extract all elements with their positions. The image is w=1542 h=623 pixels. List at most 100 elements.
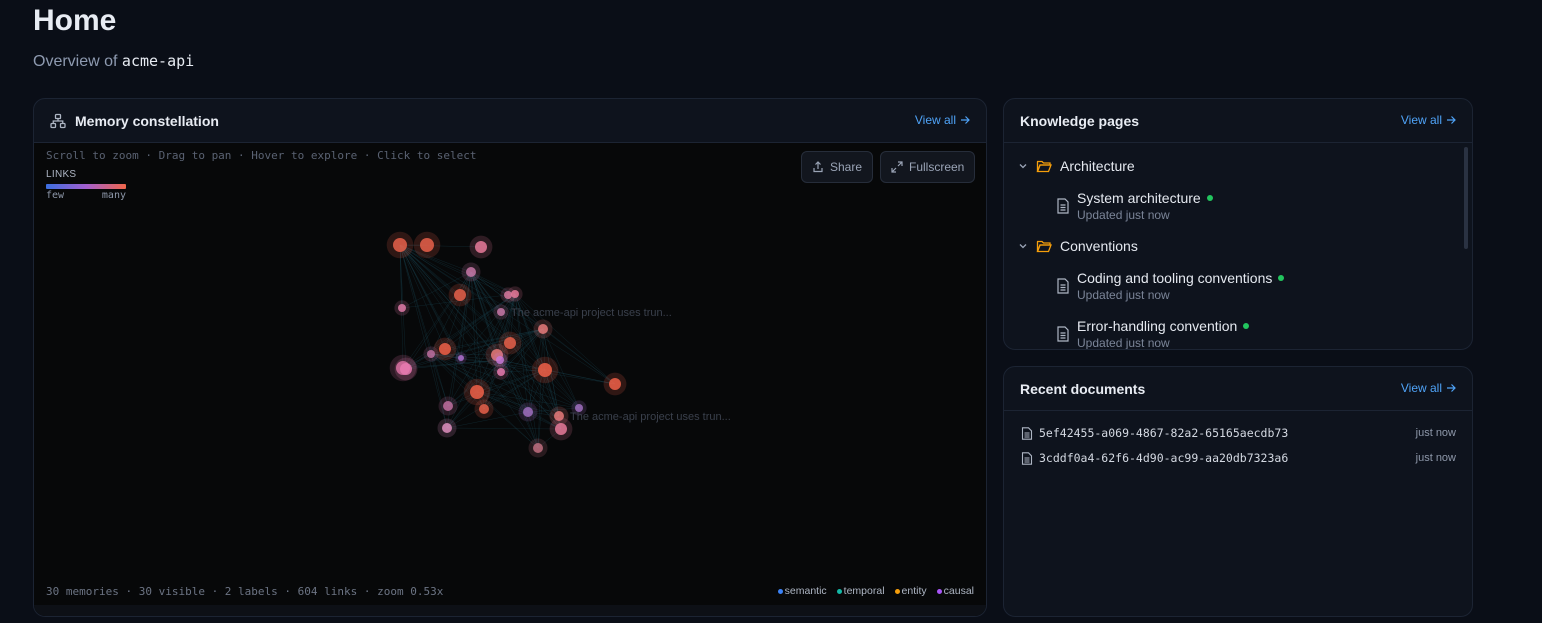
memory-node[interactable] bbox=[442, 423, 452, 433]
folder-conventions[interactable]: Conventions bbox=[1018, 238, 1138, 254]
share-button[interactable]: Share bbox=[801, 151, 874, 183]
arrow-right-icon bbox=[1447, 116, 1456, 124]
page-coding-conventions[interactable]: Coding and tooling conventions Updated j… bbox=[1056, 270, 1285, 302]
memory-node[interactable] bbox=[538, 324, 548, 334]
folder-architecture[interactable]: Architecture bbox=[1018, 158, 1135, 174]
graph-link bbox=[405, 359, 501, 370]
memory-node[interactable] bbox=[496, 356, 504, 364]
page-updated: Updated just now bbox=[1077, 288, 1170, 302]
view-all-label: View all bbox=[1400, 113, 1442, 127]
memory-node[interactable] bbox=[458, 355, 464, 361]
knowledge-header: Knowledge pages View all bbox=[1004, 99, 1472, 143]
memory-node[interactable] bbox=[538, 363, 552, 377]
semantic-dot bbox=[777, 588, 783, 594]
arrow-right-icon bbox=[961, 116, 970, 124]
graph-scrollbar[interactable] bbox=[34, 605, 986, 616]
document-icon bbox=[1021, 426, 1033, 440]
document-name: 5ef42455-a069-4867-82a2-65165aecdb73 bbox=[1039, 426, 1289, 440]
document-icon bbox=[1057, 326, 1069, 342]
constellation-graph[interactable]: The acme-api project uses trun... The acm… bbox=[34, 143, 986, 616]
memory-node[interactable] bbox=[420, 238, 434, 252]
memory-node[interactable] bbox=[609, 378, 621, 390]
legend-semantic: semantic bbox=[777, 585, 827, 597]
memory-node[interactable] bbox=[427, 350, 435, 358]
fullscreen-label: Fullscreen bbox=[909, 160, 965, 174]
recent-view-all-link[interactable]: View all bbox=[1401, 381, 1456, 395]
memory-node[interactable] bbox=[475, 241, 487, 253]
view-all-label: View all bbox=[1400, 381, 1442, 395]
legend-temporal: temporal bbox=[836, 585, 885, 597]
node-label: The acme-api project uses trun... bbox=[570, 411, 731, 423]
chevron-down-icon bbox=[1019, 244, 1027, 249]
memory-node[interactable] bbox=[466, 267, 476, 277]
memory-node[interactable] bbox=[497, 308, 505, 316]
document-time: just now bbox=[1415, 427, 1456, 439]
subtitle-prefix: Overview of bbox=[33, 53, 118, 70]
memory-node[interactable] bbox=[398, 304, 406, 312]
page-system-architecture[interactable]: System architecture Updated just now bbox=[1056, 190, 1213, 222]
page-title-text: Error-handling convention bbox=[1077, 318, 1238, 334]
memory-node[interactable] bbox=[497, 368, 505, 376]
legend-causal: causal bbox=[936, 585, 974, 597]
legend-entity: entity bbox=[894, 585, 927, 597]
knowledge-view-all-link[interactable]: View all bbox=[1401, 113, 1456, 127]
fullscreen-button[interactable]: Fullscreen bbox=[880, 151, 976, 183]
folder-architecture-label: Architecture bbox=[1060, 158, 1135, 174]
page-subtitle: Overview of acme-api bbox=[33, 52, 194, 71]
memory-node[interactable] bbox=[504, 337, 516, 349]
memory-node[interactable] bbox=[479, 404, 489, 414]
memory-node[interactable] bbox=[454, 289, 466, 301]
links-gradient bbox=[46, 184, 126, 189]
causal-dot bbox=[936, 588, 942, 594]
recent-document-row[interactable]: 3cddf0a4-62f6-4d90-ac99-aa20db7323a6 jus… bbox=[1021, 449, 1456, 467]
memory-node[interactable] bbox=[400, 363, 412, 375]
knowledge-scrollbar[interactable] bbox=[1464, 147, 1468, 249]
recent-documents-card: Recent documents View all 5ef42455-a069-… bbox=[1003, 366, 1473, 617]
memory-constellation-card: Memory constellation View all The acme-a… bbox=[33, 98, 987, 617]
graph-stats: 30 memories · 30 visible · 2 labels · 60… bbox=[46, 585, 444, 598]
folder-open-icon bbox=[1036, 240, 1052, 253]
memory-node[interactable] bbox=[511, 290, 519, 298]
knowledge-title: Knowledge pages bbox=[1020, 112, 1140, 129]
link-type-legend: semantic temporal entity causal bbox=[777, 585, 974, 597]
page-title: Home bbox=[33, 4, 117, 37]
memory-node[interactable] bbox=[533, 443, 543, 453]
memory-node[interactable] bbox=[393, 238, 407, 252]
temporal-dot bbox=[836, 588, 842, 594]
legend-temporal-label: temporal bbox=[843, 585, 885, 597]
page-error-handling[interactable]: Error-handling convention Updated just n… bbox=[1056, 318, 1250, 349]
memory-node[interactable] bbox=[443, 401, 453, 411]
memory-node[interactable] bbox=[523, 407, 533, 417]
page-updated: Updated just now bbox=[1077, 336, 1170, 349]
links-many-label: many bbox=[101, 190, 126, 201]
legend-semantic-label: semantic bbox=[784, 585, 827, 597]
node-label: The acme-api project uses trun... bbox=[511, 307, 672, 319]
status-dot bbox=[1206, 195, 1213, 201]
graph-canvas[interactable]: The acme-api project uses trun... The acm… bbox=[34, 143, 986, 605]
project-name: acme-api bbox=[121, 52, 195, 70]
graph-link bbox=[399, 244, 448, 429]
folder-open-icon bbox=[1036, 160, 1052, 173]
folder-conventions-label: Conventions bbox=[1060, 238, 1138, 254]
entity-dot bbox=[894, 588, 900, 594]
memory-node[interactable] bbox=[555, 423, 567, 435]
memory-node[interactable] bbox=[439, 343, 451, 355]
links-legend: LINKS few many bbox=[46, 169, 126, 201]
document-time: just now bbox=[1415, 452, 1456, 464]
status-dot bbox=[1243, 323, 1250, 329]
sitemap-icon bbox=[50, 113, 66, 129]
page-updated: Updated just now bbox=[1077, 208, 1170, 222]
recent-document-row[interactable]: 5ef42455-a069-4867-82a2-65165aecdb73 jus… bbox=[1021, 424, 1456, 442]
expand-icon bbox=[891, 161, 903, 173]
knowledge-pages-card: Knowledge pages View all Architecture Sy… bbox=[1003, 98, 1473, 350]
view-all-label: View all bbox=[914, 113, 956, 127]
recent-title: Recent documents bbox=[1020, 380, 1146, 397]
memory-node[interactable] bbox=[470, 385, 484, 399]
arrow-right-icon bbox=[1447, 384, 1456, 392]
knowledge-tree: Architecture System architecture Updated… bbox=[1004, 143, 1462, 349]
page-title-text: System architecture bbox=[1077, 190, 1201, 206]
constellation-view-all-link[interactable]: View all bbox=[915, 113, 970, 127]
document-name: 3cddf0a4-62f6-4d90-ac99-aa20db7323a6 bbox=[1039, 451, 1289, 465]
constellation-title: Memory constellation bbox=[75, 112, 219, 129]
document-icon bbox=[1021, 451, 1033, 465]
